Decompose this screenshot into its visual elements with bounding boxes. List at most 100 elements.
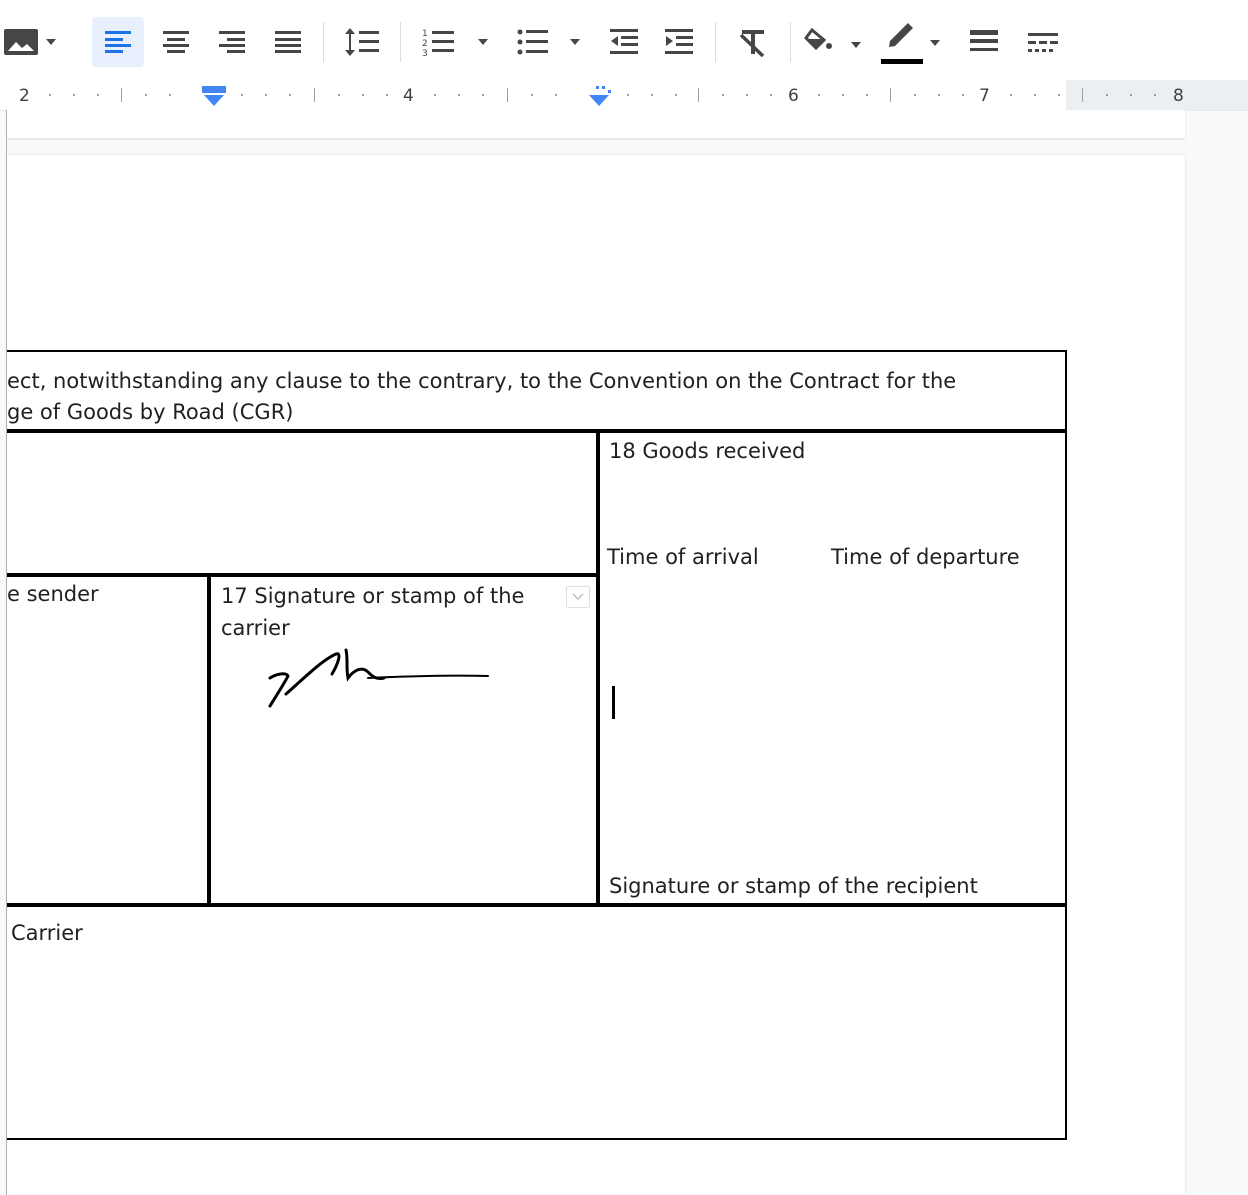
ruler-tick	[746, 94, 748, 96]
ruler-tick	[1154, 94, 1156, 96]
table-border-top	[7, 350, 1067, 352]
numbered-list-icon: 1 2 3	[422, 29, 488, 58]
increase-indent-icon	[665, 29, 693, 54]
ruler-tick	[842, 94, 844, 96]
table-row-divider	[7, 903, 1067, 907]
align-left-icon	[105, 31, 131, 53]
border-dash-icon	[1028, 33, 1058, 52]
time-of-departure-label: Time of departure	[831, 545, 1020, 569]
ruler-tick	[627, 94, 629, 96]
table-border-right	[1065, 350, 1067, 1140]
align-justify-button[interactable]	[262, 17, 314, 67]
border-width-button[interactable]	[960, 17, 1008, 67]
ruler-tick	[555, 94, 557, 96]
line-spacing-button[interactable]	[336, 17, 388, 67]
ruler-number: 7	[979, 86, 990, 106]
ruler-tick	[1034, 94, 1036, 96]
ruler-number: 6	[788, 86, 799, 106]
ruler-tick	[289, 94, 291, 96]
formatting-toolbar: 1 2 3	[0, 0, 1248, 80]
page-left-edge	[6, 110, 7, 1195]
ruler-tick	[458, 94, 460, 96]
ruler-tick	[49, 94, 51, 96]
table-border-bottom	[7, 1138, 1067, 1140]
sender-label: e sender	[7, 582, 99, 606]
carrier-signature-label: 17 Signature or stamp of the	[221, 584, 525, 608]
increase-indent-button[interactable]	[655, 17, 703, 67]
ruler-margin-area	[1066, 80, 1248, 110]
ruler-tick	[314, 88, 315, 102]
ruler-tick	[698, 88, 699, 102]
first-line-indent-marker[interactable]	[200, 84, 228, 108]
ruler-tick	[1130, 94, 1132, 96]
ruler-tick	[507, 88, 508, 102]
ruler-tick	[265, 94, 267, 96]
ruler-tick	[386, 94, 388, 96]
decrease-indent-button[interactable]	[600, 17, 648, 67]
ruler-tick	[770, 94, 772, 96]
ruler-tick	[818, 94, 820, 96]
table-row-divider	[7, 573, 600, 577]
ruler-tick	[121, 88, 122, 102]
border-dash-button[interactable]	[1018, 17, 1068, 67]
ruler-number: 4	[403, 86, 414, 106]
ruler-tick	[169, 94, 171, 96]
clause-text-line: ect, notwithstanding any clause to the c…	[7, 369, 957, 393]
toolbar-divider	[715, 22, 716, 62]
decrease-indent-icon	[610, 29, 638, 54]
ruler-tick	[362, 94, 364, 96]
image-icon	[4, 29, 56, 55]
ruler-tick	[531, 94, 533, 96]
ruler-tick	[73, 94, 75, 96]
time-of-arrival-label: Time of arrival	[607, 545, 759, 569]
align-left-button[interactable]	[92, 17, 144, 67]
svg-text:2: 2	[422, 39, 428, 49]
text-cursor	[612, 686, 615, 719]
clear-formatting-button[interactable]	[728, 17, 778, 67]
horizontal-ruler[interactable]: 2 4 6 7 8	[0, 80, 1248, 111]
line-spacing-icon	[345, 28, 379, 56]
clause-text-line: ge of Goods by Road (CGR)	[7, 400, 294, 424]
ruler-tick	[890, 88, 891, 102]
previous-page-bottom	[7, 110, 1185, 138]
ruler-tick	[241, 94, 243, 96]
ruler-tick	[1010, 94, 1012, 96]
ruler-tick	[338, 94, 340, 96]
carrier-signature-label: carrier	[221, 616, 290, 640]
background-color-button[interactable]	[804, 17, 866, 67]
table-row-divider	[7, 429, 1067, 433]
numbered-list-button[interactable]: 1 2 3	[420, 17, 498, 67]
right-indent-marker[interactable]	[586, 84, 614, 108]
cell-menu-button[interactable]	[566, 586, 590, 608]
ruler-tick	[1106, 94, 1108, 96]
border-color-button[interactable]	[880, 17, 946, 67]
svg-text:1: 1	[422, 29, 428, 39]
ruler-tick	[938, 94, 940, 96]
paint-bucket-icon	[804, 27, 861, 51]
align-center-button[interactable]	[150, 17, 202, 67]
align-right-button[interactable]	[206, 17, 258, 67]
insert-image-button[interactable]	[4, 17, 64, 67]
ruler-tick	[145, 94, 147, 96]
goods-received-label: 18 Goods received	[609, 439, 806, 463]
pen-icon	[881, 23, 940, 64]
ruler-tick	[962, 94, 964, 96]
ruler-tick	[482, 94, 484, 96]
ruler-tick	[866, 94, 868, 96]
bulleted-list-button[interactable]	[514, 17, 592, 67]
bulleted-list-icon	[517, 29, 580, 55]
clear-formatting-icon	[739, 30, 765, 57]
svg-text:3: 3	[422, 49, 428, 58]
table-column-divider	[207, 573, 211, 907]
border-width-icon	[970, 30, 998, 51]
ruler-tick	[1058, 94, 1060, 96]
carrier-signature-image	[268, 648, 489, 708]
recipient-signature-label: Signature or stamp of the recipient	[609, 874, 978, 898]
align-justify-icon	[275, 31, 301, 53]
ruler-tick	[722, 94, 724, 96]
align-right-icon	[219, 31, 245, 53]
carrier-label: Carrier	[11, 921, 83, 945]
ruler-number: 2	[19, 86, 30, 106]
chevron-down-icon	[572, 593, 584, 601]
toolbar-divider	[400, 22, 401, 62]
